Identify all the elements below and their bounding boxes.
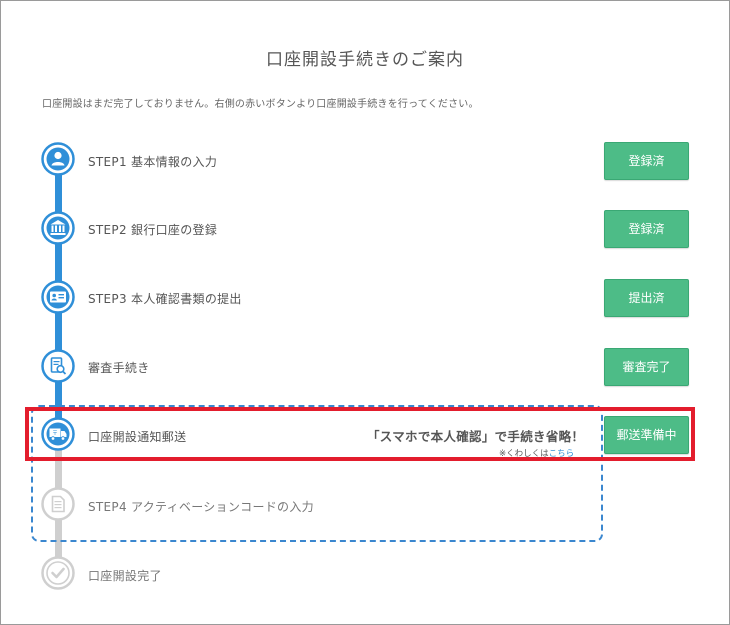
bank-icon <box>41 211 75 245</box>
highlight-box <box>25 407 695 461</box>
check-icon <box>41 556 75 590</box>
status-button-step3[interactable]: 提出済 <box>604 279 689 317</box>
id-card-icon <box>41 280 75 314</box>
person-icon <box>41 142 75 176</box>
step-label-1: STEP1 基本情報の入力 <box>88 155 218 169</box>
step-label-2: STEP2 銀行口座の登録 <box>88 223 218 237</box>
status-button-review[interactable]: 審査完了 <box>604 348 689 386</box>
step-label-3: STEP3 本人確認書類の提出 <box>88 292 242 306</box>
page-frame: 口座開設手続きのご案内 口座開設はまだ完了しておりません。右側の赤いボタンより口… <box>0 0 730 625</box>
status-button-step1[interactable]: 登録済 <box>604 142 689 180</box>
intro-text: 口座開設はまだ完了しておりません。右側の赤いボタンより口座開設手続きを行ってくだ… <box>42 99 479 110</box>
step-label-6: STEP4 アクティベーションコードの入力 <box>88 500 314 514</box>
step-label-4: 審査手続き <box>88 361 150 375</box>
document-icon <box>41 487 75 521</box>
step-label-7: 口座開設完了 <box>88 569 162 583</box>
document-search-icon <box>41 349 75 383</box>
status-button-step2[interactable]: 登録済 <box>604 210 689 248</box>
page-title: 口座開設手続きのご案内 <box>266 50 464 70</box>
